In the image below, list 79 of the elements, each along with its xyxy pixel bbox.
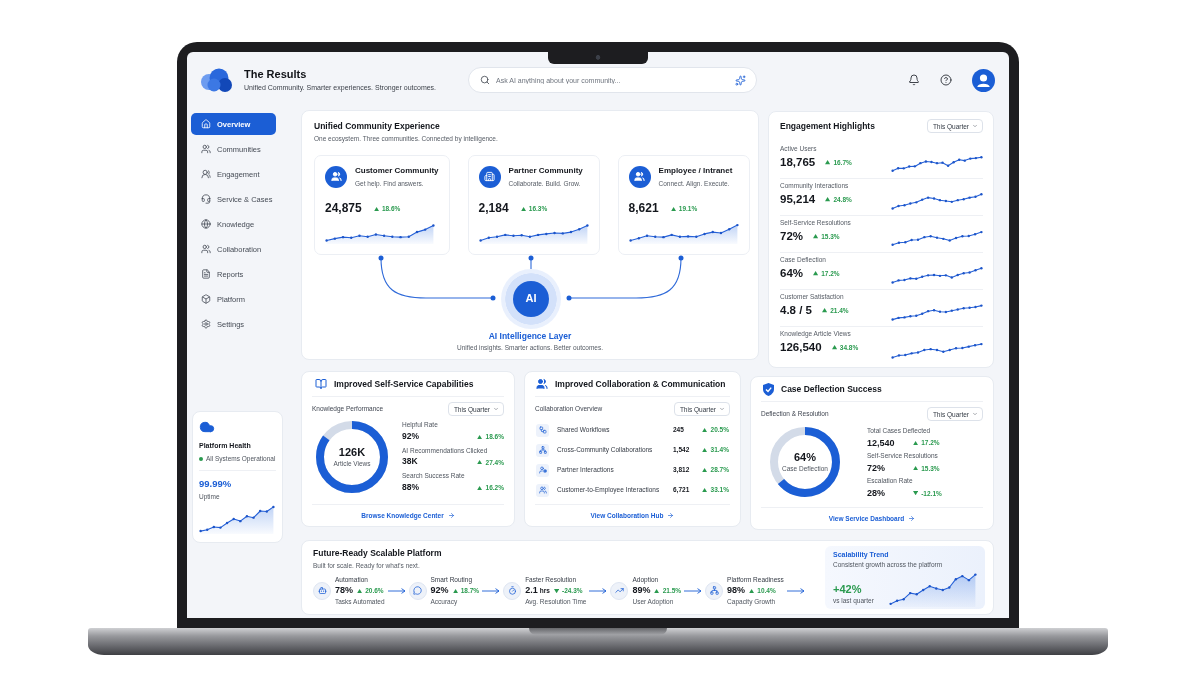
panel-title: Unified Community Experience — [314, 121, 441, 132]
chevron-down-icon — [972, 123, 978, 129]
panel-title: Improved Self-Service Capabilities — [334, 378, 474, 390]
metric-value: 95,214 — [780, 192, 816, 206]
metric-value: 72% — [780, 229, 804, 243]
users-icon — [536, 483, 549, 497]
metric-value: 2,184 — [478, 202, 509, 216]
cloud-icon — [199, 419, 215, 435]
trend-value: +42% — [833, 583, 863, 597]
bell-icon[interactable] — [908, 74, 920, 86]
user-cog-icon — [536, 463, 549, 477]
card-title: Partner Community — [508, 166, 583, 176]
chat-bubble-icon — [408, 581, 427, 600]
stat-value: 12,540 — [867, 437, 896, 449]
uptime-value: 99.99% — [199, 478, 233, 490]
headset-icon — [201, 194, 211, 204]
arrow-right-icon — [387, 587, 406, 594]
step-value: 89% — [632, 585, 651, 596]
app-title: The Results — [244, 68, 308, 81]
arrow-right-icon — [589, 587, 608, 594]
stat-value: 28% — [867, 488, 886, 499]
card-title: Employee / Intranet — [658, 166, 733, 176]
panel-title: Case Deflection Success — [781, 383, 882, 395]
arrow-right-icon — [684, 587, 703, 594]
building-icon — [478, 166, 501, 188]
step-value: 78% — [335, 585, 353, 596]
step-value: 92% — [430, 585, 449, 596]
globe-icon — [201, 219, 211, 229]
ring-value: 64% — [793, 451, 816, 465]
metric-value: 4.8 / 5 — [780, 303, 812, 317]
cube-icon — [201, 294, 211, 304]
metric-value: 64% — [780, 266, 804, 280]
users-icon — [201, 244, 211, 254]
settings-icon — [201, 319, 211, 329]
ai-title: AI Intelligence Layer — [488, 331, 572, 342]
arrow-right-icon — [667, 512, 675, 519]
workflow-icon — [536, 423, 549, 437]
metric-value: 18,765 — [780, 155, 816, 169]
metric-value: 8,621 — [628, 202, 659, 216]
help-icon[interactable] — [940, 74, 952, 86]
arrow-right-icon — [786, 587, 805, 594]
users-icon — [201, 169, 211, 179]
metric-value: 126,540 — [780, 340, 822, 354]
network-icon — [705, 581, 724, 600]
timer-icon — [503, 581, 522, 600]
search-icon — [480, 75, 490, 85]
step-value: 98% — [727, 585, 746, 596]
arrow-right-icon — [908, 515, 916, 522]
users-icon — [325, 166, 347, 188]
arrow-right-icon — [447, 512, 455, 519]
panel-title: Engagement Highlights — [780, 120, 875, 132]
avatar-icon[interactable] — [972, 68, 995, 92]
stat-value: 72% — [867, 462, 886, 474]
logo-icon — [200, 68, 232, 92]
shield-check-icon — [763, 382, 774, 396]
chevron-down-icon — [972, 411, 978, 417]
panel-title: Improved Collaboration & Communication — [555, 378, 726, 390]
ai-badge: AI — [513, 281, 549, 317]
ring-value: 126K — [338, 446, 366, 460]
panel-title: Future-Ready Scalable Platform — [313, 548, 443, 559]
sparkle-icon[interactable] — [735, 74, 746, 86]
stat-value: 92% — [402, 431, 419, 442]
network-icon — [536, 443, 549, 457]
chevron-down-icon — [493, 406, 499, 412]
house-icon — [201, 119, 211, 129]
book-icon — [315, 378, 327, 390]
users-icon — [201, 144, 211, 154]
robot-icon — [313, 581, 331, 600]
connector-line — [528, 255, 534, 269]
users-icon — [628, 166, 651, 188]
card-title: Customer Community — [355, 166, 439, 176]
stat-value: 38K — [402, 457, 418, 468]
users-icon — [536, 378, 548, 390]
chevron-down-icon — [719, 406, 725, 412]
metric-value: 24,875 — [325, 202, 362, 216]
arrow-right-icon — [482, 587, 501, 594]
document-icon — [201, 269, 211, 279]
stat-value: 88% — [402, 482, 419, 493]
status-dot-icon — [199, 457, 203, 462]
